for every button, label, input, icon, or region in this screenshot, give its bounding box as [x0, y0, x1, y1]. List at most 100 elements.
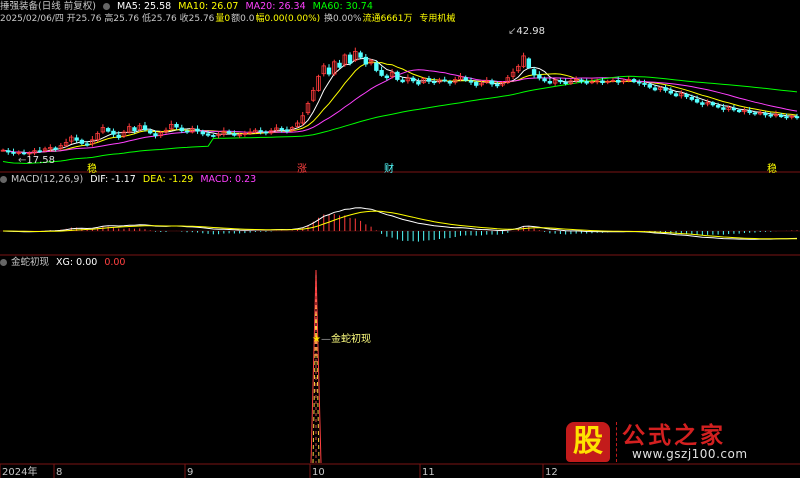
candle-body [395, 71, 400, 80]
candle-body [647, 84, 652, 88]
candles [0, 47, 800, 157]
macd-name: MACD(12,26,9) [11, 174, 84, 185]
candle-body [205, 133, 211, 136]
x-axis: 2024年 8 9 10 11 12 [0, 464, 558, 478]
candle-body [111, 130, 116, 135]
marker-4: 稳 [767, 164, 777, 175]
candle-body [721, 107, 726, 110]
xg-panel [310, 269, 322, 464]
candle-body [179, 127, 184, 132]
marker-2: 涨 [297, 164, 307, 175]
candle-body [668, 90, 674, 94]
gu-logo: 股 [566, 422, 610, 462]
candle-body [326, 67, 332, 75]
candle-body [21, 152, 27, 155]
x-tick-label: 12 [545, 467, 558, 478]
ma5-line [2, 57, 798, 154]
macd-label: MACD: 0.23 [200, 174, 257, 185]
candle-body [663, 87, 668, 91]
candle-body [263, 131, 269, 134]
candle-body [537, 74, 542, 79]
dif-line [2, 207, 798, 240]
candle-body [200, 131, 206, 135]
candle-body [53, 147, 58, 150]
candle-body [384, 75, 390, 79]
candle-body [337, 62, 342, 68]
candle-body [132, 127, 137, 132]
xg-toggle-icon[interactable] [0, 259, 7, 266]
candle-body [710, 102, 716, 106]
candle-body [747, 110, 752, 113]
candle-body [673, 93, 679, 97]
x-tick-label: 11 [422, 467, 435, 478]
candle-body [584, 80, 589, 84]
marker-3: 财 [384, 164, 394, 175]
candle-body [37, 150, 43, 153]
candle-body [184, 130, 190, 133]
candle-body [542, 78, 547, 82]
candle-body [426, 78, 432, 82]
ma60-line [2, 75, 798, 164]
candle-body [447, 81, 453, 84]
candle-body [153, 133, 158, 137]
macd-panel [0, 207, 800, 242]
candle-body [442, 79, 447, 82]
x-tick-label: 8 [56, 467, 62, 478]
ma20-line [2, 69, 798, 154]
site-name: 公式之家 [622, 423, 726, 449]
candle-body [84, 143, 90, 146]
candle-body [142, 125, 148, 131]
signal-label: ★—金蛇初现 [312, 334, 371, 345]
candle-body [547, 81, 553, 84]
candle-body [284, 129, 290, 132]
candle-body [689, 97, 695, 100]
candle-body [489, 80, 495, 85]
candle-body [374, 62, 379, 71]
candle-body [763, 112, 768, 116]
candle-body [579, 79, 584, 82]
xg-name: 金蛇初现 [11, 257, 50, 268]
candle-body [463, 77, 468, 81]
candle-body [226, 131, 232, 134]
candle-body [794, 116, 800, 119]
candle-body [784, 116, 789, 119]
candle-body [11, 151, 16, 154]
candle-body [6, 150, 11, 153]
x-tick-label: 10 [312, 467, 325, 478]
xg-value: 0.00 [104, 257, 126, 268]
candle-body [736, 109, 742, 113]
candle-body [148, 130, 153, 134]
candle-body [195, 128, 200, 132]
candle-body [526, 58, 532, 69]
candle-body [694, 99, 700, 103]
candle-body [358, 52, 363, 58]
candle-body [74, 137, 79, 141]
x-tick-label: 9 [187, 467, 193, 478]
xg-label: XG: 0.00 [56, 257, 98, 268]
signal-text: 金蛇初现 [330, 334, 371, 345]
candle-body [347, 54, 353, 64]
candle-body [363, 56, 369, 65]
candle-body [431, 81, 437, 84]
candle-body [652, 87, 658, 91]
dif-label: DIF: -1.17 [90, 174, 136, 185]
high-annotation: ↙42.98 [508, 26, 546, 37]
candle-body [495, 84, 500, 87]
candle-body [211, 135, 216, 137]
marker-1: 稳 [87, 164, 97, 175]
x-tick-label: 2024年 [2, 465, 37, 478]
candle-body [379, 70, 384, 76]
candle-body [616, 80, 621, 83]
chart-canvas: 2024年 8 9 10 11 12 [0, 47, 800, 478]
low-label: 17.58 [26, 155, 56, 166]
candle-body [416, 81, 421, 85]
macd-header: MACD(12,26,9) DIF: -1.17 DEA: -1.29 MACD… [0, 174, 260, 186]
macd-toggle-icon[interactable] [0, 176, 7, 183]
candle-body [232, 133, 237, 136]
candle-body [400, 79, 405, 83]
candle-body [637, 81, 642, 84]
candle-body [563, 81, 568, 84]
candle-body [768, 114, 773, 117]
candle-body [642, 83, 647, 85]
candle-body [631, 79, 637, 83]
